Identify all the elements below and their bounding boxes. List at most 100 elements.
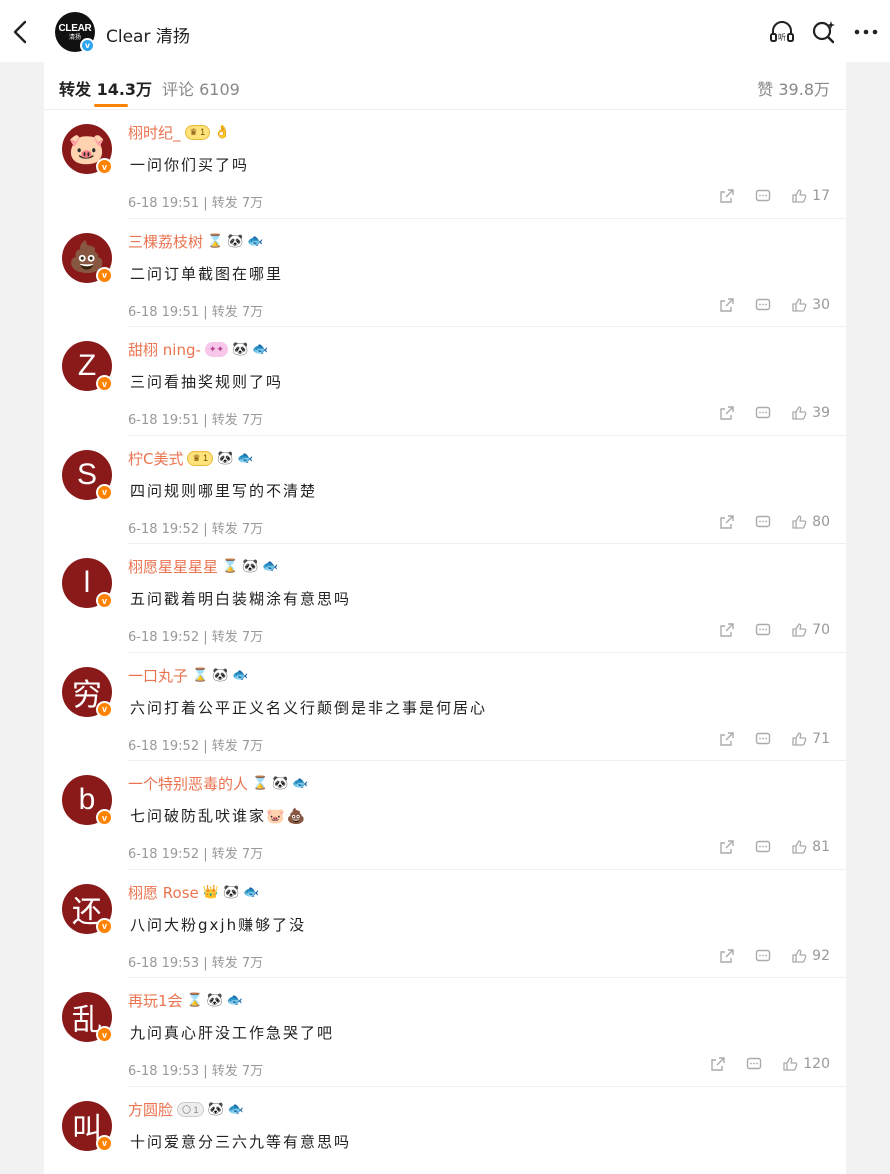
like-count: 39 [812, 405, 830, 421]
comment-item[interactable]: 🐷 v 栩时纪_ ♛ 1 👌 一问你们买了吗 6-18 19:51 | 转发 7万… [44, 110, 846, 219]
reply-button[interactable] [755, 405, 771, 421]
username[interactable]: 一个特别恶毒的人 [128, 773, 248, 794]
back-icon[interactable] [8, 18, 34, 46]
like-button[interactable]: 120 [782, 1056, 830, 1072]
thumbs-up-icon [792, 948, 807, 963]
comment-text: 一问你们买了吗 [130, 156, 250, 174]
like-button[interactable]: 70 [791, 622, 830, 638]
decor-emoji-icon: 🐼 [222, 884, 240, 900]
share-button[interactable] [719, 622, 735, 638]
decor-emoji-icon: 🐼 [206, 993, 223, 1008]
username[interactable]: 栩愿星星星星 [128, 556, 218, 577]
like-button[interactable]: 92 [791, 948, 830, 964]
comment-text: 九问真心肝没工作急哭了吧 [130, 1024, 335, 1042]
share-button[interactable] [710, 1056, 726, 1072]
username-row: 方圆脸 〇 1 🐼 🐟 [128, 1099, 244, 1120]
reply-button[interactable] [755, 188, 771, 204]
reply-button[interactable] [755, 948, 771, 964]
comment-icon [755, 949, 771, 961]
reply-button[interactable] [755, 839, 771, 855]
share-button[interactable] [719, 514, 735, 530]
share-button[interactable] [719, 731, 735, 747]
verified-badge-icon: v [96, 375, 113, 392]
thumbs-up-icon [792, 514, 807, 529]
search-icon[interactable] [810, 18, 838, 46]
username[interactable]: 三棵荔枝树 [128, 231, 203, 252]
thumbs-up-icon [792, 406, 807, 420]
comment-meta: 6-18 19:51 | 转发 7万 [128, 196, 264, 211]
share-button[interactable] [719, 948, 735, 964]
share-icon [720, 948, 734, 963]
tab-likes[interactable]: 赞 39.8万 [757, 76, 830, 100]
comment-item[interactable]: l v 栩愿星星星星 ⌛ 🐼 🐟 五问戳着明白装糊涂有意思吗 6-18 19:52 … [44, 544, 846, 653]
share-icon [720, 406, 734, 420]
decor-emoji-icon: ⌛ [186, 993, 203, 1008]
decor-emoji-icon: 🐟 [243, 884, 260, 900]
thumbs-up-icon [792, 623, 807, 637]
listen-icon[interactable]: 听 [768, 18, 796, 46]
like-button[interactable]: 80 [791, 514, 830, 530]
share-button[interactable] [719, 405, 735, 421]
verified-badge-icon: v [96, 1026, 113, 1043]
decor-emoji-icon: 🐟 [232, 667, 249, 683]
like-button[interactable]: 81 [791, 839, 830, 855]
username[interactable]: 一口丸子 [128, 665, 188, 686]
comment-item[interactable]: S v 柠C美式 ♛ 1 🐼 🐟 四问规则哪里写的不清楚 6-18 19:52 | … [44, 436, 846, 544]
decor-emoji-icon: 🐟 [252, 342, 269, 357]
verified-badge-icon: v [80, 38, 95, 53]
username[interactable]: 栩时纪_ [128, 122, 181, 143]
reply-button[interactable] [755, 297, 771, 313]
username[interactable]: 柠C美式 [128, 448, 183, 469]
comment-actions: 39 [719, 405, 830, 421]
comment-actions: 120 [710, 1056, 830, 1072]
comment-actions: 30 [719, 297, 830, 313]
share-button[interactable] [719, 188, 735, 204]
comment-text: 八问大粉gxjh赚够了没 [130, 915, 307, 934]
comment-actions: 80 [719, 514, 830, 530]
comment-item[interactable]: b v 一个特别恶毒的人 ⌛ 🐼 🐟 七问破防乱吠谁家🐷💩 6-18 19:52 |… [44, 761, 846, 870]
decor-emoji-icon: 🐼 [272, 776, 289, 791]
reply-button[interactable] [755, 514, 771, 530]
share-icon [720, 731, 734, 746]
like-button[interactable]: 30 [791, 297, 830, 313]
like-count: 92 [812, 947, 830, 964]
comment-icon [747, 1057, 762, 1070]
share-button[interactable] [719, 839, 735, 855]
verified-badge-icon: v [96, 266, 113, 284]
decor-emoji-icon: 👌 [214, 125, 231, 140]
comment-item[interactable]: 叫 v 方圆脸 〇 1 🐼 🐟 十问爱意分三六九等有意思吗 [44, 1087, 846, 1174]
tab-comment[interactable]: 评论 6109 [162, 76, 240, 100]
reply-button[interactable] [746, 1056, 762, 1072]
like-button[interactable]: 39 [791, 405, 830, 421]
username[interactable]: 栩愿 Rose [128, 882, 199, 903]
comment-item[interactable]: 还 v 栩愿 Rose 👑 🐼 🐟 八问大粉gxjh赚够了没 6-18 19:53 … [44, 870, 846, 978]
share-button[interactable] [719, 297, 735, 313]
comment-meta: 6-18 19:51 | 转发 7万 [128, 304, 264, 320]
thumbs-up-icon [792, 189, 807, 203]
like-button[interactable]: 17 [791, 188, 830, 204]
decor-emoji-icon: 🐟 [227, 1101, 244, 1117]
username[interactable]: 方圆脸 [128, 1099, 173, 1120]
username[interactable]: 再玩1会 [128, 990, 183, 1011]
decor-emoji-icon: ⌛ [192, 667, 209, 683]
thumbs-up-icon [792, 731, 807, 746]
comment-item[interactable]: 穷 v 一口丸子 ⌛ 🐼 🐟 六问打着公平正义名义行颠倒是非之事是何居心 6-18 … [44, 653, 846, 761]
username-row: 栩愿 Rose 👑 🐼 🐟 [128, 882, 259, 903]
like-count: 81 [812, 839, 830, 855]
username-row: 柠C美式 ♛ 1 🐼 🐟 [128, 448, 253, 469]
comment-item[interactable]: Z v 甜栩 ning- ✦✦ 🐼 🐟 三问看抽奖规则了吗 6-18 19:51 |… [44, 327, 846, 436]
verified-badge-icon: v [96, 700, 113, 718]
tab-repost[interactable]: 转发 14.3万 [59, 76, 152, 100]
username-row: 甜栩 ning- ✦✦ 🐼 🐟 [128, 339, 268, 360]
comment-item[interactable]: 乱 v 再玩1会 ⌛ 🐼 🐟 九问真心肝没工作急哭了吧 6-18 19:53 | 转… [44, 978, 846, 1087]
more-icon[interactable] [852, 18, 880, 46]
comment-item[interactable]: 💩 v 三棵荔枝树 ⌛ 🐼 🐟 二问订单截图在哪里 6-18 19:51 | 转发 … [44, 219, 846, 327]
comment-text: 五问戳着明白装糊涂有意思吗 [130, 590, 352, 608]
username[interactable]: 甜栩 ning- [128, 339, 201, 360]
account-name[interactable]: Clear 清扬 [106, 22, 190, 47]
verified-badge-icon: v [96, 1134, 113, 1152]
username-row: 栩时纪_ ♛ 1 👌 [128, 122, 230, 143]
like-button[interactable]: 71 [791, 731, 830, 747]
reply-button[interactable] [755, 731, 771, 747]
reply-button[interactable] [755, 622, 771, 638]
